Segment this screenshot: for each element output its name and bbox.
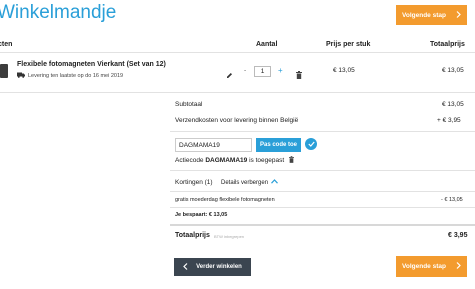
- continue-shopping-button[interactable]: Verder winkelen: [174, 258, 251, 276]
- row-divider: [0, 92, 475, 93]
- total-label: Totaalprijs: [175, 232, 210, 239]
- trash-icon[interactable]: [296, 66, 302, 84]
- discount-divider-2: [170, 207, 475, 208]
- product-thumbnail[interactable]: [0, 64, 8, 78]
- summary-divider-1: [170, 131, 475, 132]
- total-value: € 3,95: [448, 232, 468, 239]
- chevron-up-icon: [271, 179, 278, 186]
- total-divider: [170, 224, 475, 226]
- next-step-label: Volgende stap: [402, 11, 446, 19]
- coupon-applied-suffix: is toegepast: [247, 157, 285, 165]
- subtotal-value: € 13,05: [442, 101, 464, 108]
- subtotal-label: Subtotaal: [175, 101, 203, 108]
- col-total-header: Totaalprijs: [430, 41, 465, 48]
- vat-note: BTW inbegrepen: [214, 234, 245, 239]
- summary-divider-2: [170, 170, 475, 171]
- toggle-discount-label: Details verbergen: [221, 179, 269, 186]
- discount-name: gratis moederdag flexibele fotomagneten: [175, 197, 275, 203]
- col-quantity-header: Aantal: [256, 41, 278, 48]
- unit-price: € 13,05: [333, 67, 355, 74]
- row-total: € 13,05: [442, 67, 464, 74]
- chevron-right-icon: [456, 262, 461, 271]
- delivery-info: Levering ten laatste op do 16 mei 2019: [17, 72, 123, 80]
- pencil-icon[interactable]: [226, 66, 233, 84]
- increase-quantity-button[interactable]: +: [278, 66, 283, 75]
- coupon-applied-prefix: Actiecode: [175, 157, 206, 165]
- quantity-input[interactable]: 1: [254, 66, 271, 77]
- trash-icon[interactable]: [288, 156, 294, 165]
- check-icon: [305, 138, 317, 150]
- shipping-label: Verzendkosten voor levering binnen Belgi…: [175, 117, 299, 124]
- col-price-header: Prijs per stuk: [326, 41, 371, 48]
- next-step-label: Volgende stap: [402, 263, 446, 270]
- toggle-discount-details[interactable]: Details verbergen: [221, 179, 278, 186]
- discounts-label: Kortingen (1): [175, 179, 213, 186]
- coupon-applied-code: DAGMAMA19: [205, 157, 248, 165]
- continue-shopping-label: Verder winkelen: [196, 264, 242, 270]
- decrease-quantity-button[interactable]: -: [244, 67, 246, 74]
- coupon-applied-message: Actiecode DAGMAMA19 is toegepast: [175, 156, 294, 165]
- shipping-value: + € 3,95: [437, 117, 461, 124]
- col-products-header: cten: [0, 41, 13, 48]
- product-name[interactable]: Flexibele fotomagneten Vierkant (Set van…: [17, 61, 166, 68]
- next-step-button-bottom[interactable]: Volgende stap: [396, 256, 467, 277]
- chevron-right-icon: [456, 10, 461, 20]
- discount-value: - € 13,05: [441, 197, 463, 203]
- discount-divider: [170, 191, 475, 192]
- next-step-button-top[interactable]: Volgende stap: [396, 5, 467, 25]
- header-divider: [0, 52, 475, 53]
- delivery-text: Levering ten laatste op do 16 mei 2019: [28, 73, 124, 79]
- truck-icon: [17, 72, 25, 80]
- apply-coupon-button[interactable]: Pas code toe: [256, 138, 301, 152]
- coupon-code-input[interactable]: DAGMAMA19: [175, 138, 252, 152]
- savings-text: Je bespaart: € 13,05: [175, 212, 228, 218]
- page-title: Winkelmandje: [0, 2, 117, 23]
- chevron-left-icon: [183, 262, 188, 272]
